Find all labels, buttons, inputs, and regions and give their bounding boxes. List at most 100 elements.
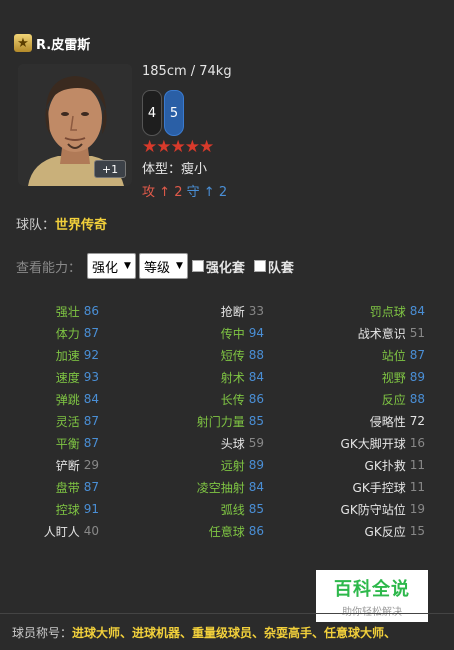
stat-name: 视野 — [381, 370, 406, 385]
stat-cell: 凌空抽射 84 — [197, 476, 264, 498]
stat-name: 强壮 — [55, 304, 80, 319]
stat-cell: 任意球 86 — [209, 520, 264, 542]
stat-value: 33 — [248, 304, 264, 318]
team-info: 球队：世界传奇 — [16, 214, 107, 233]
stat-cell: 控球 91 — [56, 498, 99, 520]
right-foot-rating: 5 — [164, 90, 184, 136]
stat-name: 站位 — [381, 348, 406, 363]
stat-name: 凌空抽射 — [196, 480, 245, 495]
stat-cell: 人盯人 40 — [44, 520, 99, 542]
stat-value: 19 — [409, 502, 425, 516]
stat-name: 长传 — [220, 392, 245, 407]
stats-row: 盘带 87 凌空抽射 84 GK手控球 11 — [0, 476, 454, 498]
level-select-value: 等级 — [143, 260, 170, 276]
enhance-select[interactable]: 强化 ▼ — [87, 253, 136, 279]
stat-value: 89 — [409, 370, 425, 384]
view-ability-bar: 查看能力： 强化 ▼ 等级 ▼ 强化套 队套 — [16, 253, 302, 279]
attack-label: 攻 — [142, 185, 156, 200]
stat-value: 87 — [83, 326, 99, 340]
stat-name: 传中 — [220, 326, 245, 341]
enhance-set-checkbox[interactable]: 强化套 — [191, 257, 245, 276]
team-label: 球队： — [16, 218, 56, 233]
stat-value: 89 — [248, 458, 264, 472]
stat-value: 11 — [409, 458, 425, 472]
player-titles: 球员称号： 进球大师、进球机器、重量级球员、杂耍高手、任意球大师、 — [0, 613, 454, 650]
stat-name: 加速 — [55, 348, 80, 363]
stat-value: 84 — [248, 370, 264, 384]
stats-row: 体力 87 传中 94 战术意识 51 — [0, 322, 454, 344]
stat-cell: GK反应 15 — [365, 520, 425, 542]
checkbox-icon[interactable] — [253, 260, 266, 272]
stat-value: 51 — [409, 326, 425, 340]
stat-name: 体力 — [55, 326, 80, 341]
upgrade-badge: +1 — [94, 160, 126, 178]
stat-cell: GK大脚开球 16 — [341, 432, 425, 454]
attack-value: 2 — [174, 185, 183, 200]
stat-cell: 站位 87 — [382, 344, 425, 366]
view-ability-label: 查看能力： — [16, 260, 82, 276]
stat-cell: 反应 88 — [382, 388, 425, 410]
stat-name: 任意球 — [208, 524, 245, 539]
stat-name: 盘带 — [55, 480, 80, 495]
stat-value: 16 — [409, 436, 425, 450]
stat-value: 59 — [248, 436, 264, 450]
stat-cell: 体力 87 — [56, 322, 99, 344]
stat-cell: 战术意识 51 — [358, 322, 425, 344]
work-rates: 攻 ↑ 2 守 ↑ 2 — [142, 181, 227, 200]
body-type-value: 瘦小 — [181, 162, 208, 177]
stat-value: 87 — [83, 436, 99, 450]
stats-row: 人盯人 40 任意球 86 GK反应 15 — [0, 520, 454, 542]
stat-value: 85 — [248, 502, 264, 516]
stat-name: 铲断 — [55, 458, 80, 473]
stat-value: 29 — [83, 458, 99, 472]
stat-name: 短传 — [220, 348, 245, 363]
stat-name: 抢断 — [220, 304, 245, 319]
stat-name: GK手控球 — [352, 480, 406, 495]
stat-value: 84 — [409, 304, 425, 318]
stat-cell: 远射 89 — [221, 454, 264, 476]
star-rating: ★★★★★ — [142, 137, 214, 157]
stat-name: 灵活 — [55, 414, 80, 429]
stat-cell: 弧线 85 — [221, 498, 264, 520]
stat-cell: 强壮 86 — [56, 300, 99, 322]
enhance-set-label: 强化套 — [205, 260, 245, 276]
stat-name: GK扑救 — [364, 458, 406, 473]
stat-cell: 铲断 29 — [56, 454, 99, 476]
stat-value: 86 — [83, 304, 99, 318]
stat-name: 侵略性 — [369, 414, 406, 429]
stat-cell: 短传 88 — [221, 344, 264, 366]
stat-name: 速度 — [55, 370, 80, 385]
stat-name: 平衡 — [55, 436, 80, 451]
legend-star-icon: ★ — [14, 34, 32, 52]
team-set-checkbox[interactable]: 队套 — [253, 257, 294, 276]
stat-value: 88 — [409, 392, 425, 406]
stat-cell: 平衡 87 — [56, 432, 99, 454]
stat-name: 射门力量 — [196, 414, 245, 429]
height-weight: 185cm / 74kg — [142, 64, 232, 79]
enhance-select-value: 强化 — [92, 260, 119, 276]
watermark-title: 百科全说 — [334, 578, 410, 600]
stats-grid: 强壮 86 抢断 33 罚点球 84 体力 87 传中 94 战术意识 51 加速 92 短传 88 站位 87 速… — [0, 300, 454, 542]
stat-value: 72 — [409, 414, 425, 428]
stat-name: 弹跳 — [55, 392, 80, 407]
checkbox-icon[interactable] — [191, 260, 204, 272]
stat-value: 84 — [248, 480, 264, 494]
level-select[interactable]: 等级 ▼ — [138, 253, 188, 279]
stats-row: 速度 93 射术 84 视野 89 — [0, 366, 454, 388]
stat-name: 头球 — [220, 436, 245, 451]
stat-value: 92 — [83, 348, 99, 362]
stat-value: 94 — [248, 326, 264, 340]
stat-value: 11 — [409, 480, 425, 494]
stat-name: GK反应 — [364, 524, 406, 539]
stats-row: 弹跳 84 长传 86 反应 88 — [0, 388, 454, 410]
stat-cell: 加速 92 — [56, 344, 99, 366]
stat-cell: 侵略性 72 — [370, 410, 425, 432]
team-set-label: 队套 — [267, 260, 294, 276]
stats-row: 平衡 87 头球 59 GK大脚开球 16 — [0, 432, 454, 454]
body-type: 体型：瘦小 — [142, 158, 207, 177]
defense-value: 2 — [218, 185, 228, 200]
stat-name: 弧线 — [220, 502, 245, 517]
stats-row: 加速 92 短传 88 站位 87 — [0, 344, 454, 366]
stat-name: 罚点球 — [369, 304, 406, 319]
stat-cell: 长传 86 — [221, 388, 264, 410]
